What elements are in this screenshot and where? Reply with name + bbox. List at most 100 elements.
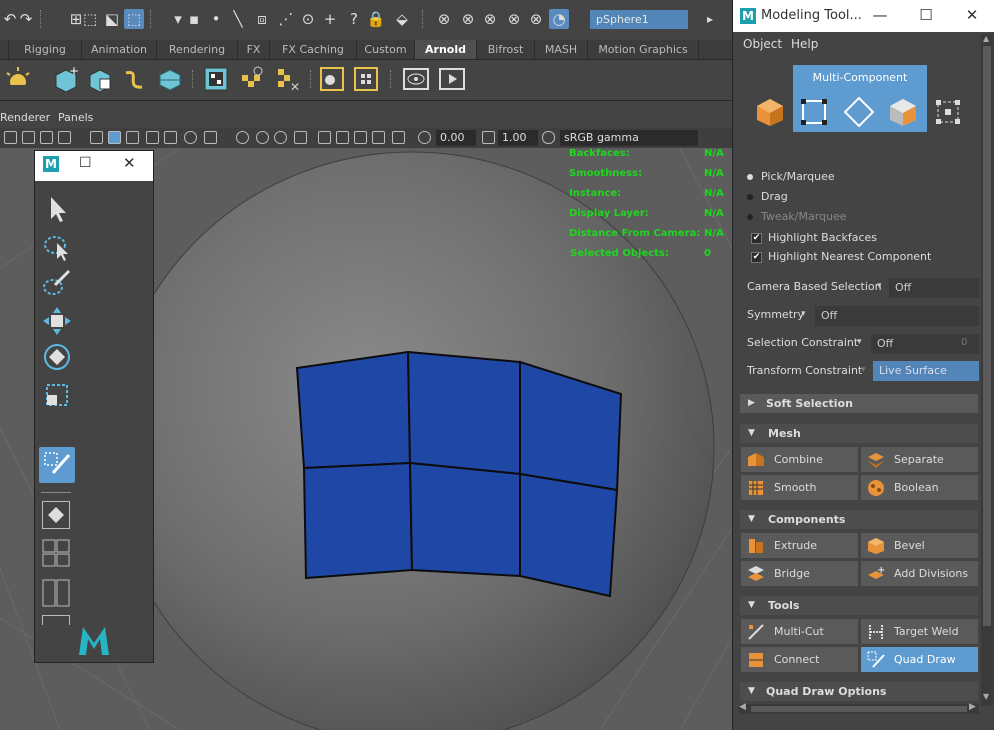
chevron-down-icon[interactable]: ▾: [857, 337, 862, 347]
outliner-layout-icon[interactable]: [42, 615, 70, 625]
maximize-icon[interactable]: ☐: [79, 155, 92, 171]
mesh-light-icon[interactable]: [86, 65, 114, 93]
flush-cache-icon[interactable]: [238, 65, 266, 93]
radio-drag[interactable]: Drag: [747, 190, 788, 203]
checker-remove-icon[interactable]: ✕: [274, 65, 302, 94]
horizontal-scrollbar[interactable]: ◀ ▶: [739, 702, 979, 714]
tools-header[interactable]: ▼ Tools: [740, 596, 978, 615]
view-icon[interactable]: [402, 65, 430, 93]
tab-bifrost[interactable]: Bifrost: [477, 40, 535, 59]
mask-point-icon[interactable]: •: [206, 9, 226, 29]
highlight-icon[interactable]: ⬙: [392, 9, 412, 29]
gate-mask-icon[interactable]: [392, 131, 405, 144]
mask-uv-icon[interactable]: ⋰: [276, 9, 296, 29]
chevron-right-icon[interactable]: ▸: [700, 9, 720, 29]
ambient-occlusion-icon[interactable]: [236, 131, 249, 144]
exposure-field[interactable]: 0.00: [436, 130, 476, 146]
mesh-header[interactable]: ▼ Mesh: [740, 424, 978, 443]
gamma-field[interactable]: 1.00: [498, 130, 538, 146]
select-tool-icon[interactable]: [41, 193, 73, 225]
motion-blur-icon[interactable]: [256, 131, 269, 144]
lighting-icon[interactable]: [184, 131, 197, 144]
minimize-icon[interactable]: —: [869, 5, 891, 25]
move-tool-icon[interactable]: [41, 305, 73, 337]
select-by-object-icon[interactable]: ⬚: [80, 9, 100, 29]
tab-mash[interactable]: MASH: [535, 40, 588, 59]
snap-view-icon[interactable]: ⊗: [504, 9, 524, 29]
color-space-select[interactable]: sRGB gamma: [560, 130, 698, 146]
redo-icon[interactable]: ↷: [16, 9, 36, 29]
lasso-tool-icon[interactable]: [41, 231, 73, 263]
snap-surface-icon[interactable]: ⊗: [526, 9, 546, 29]
object-name-field[interactable]: pSphere1: [590, 10, 688, 29]
rotate-tool-icon[interactable]: [41, 341, 73, 373]
depth-of-field-icon[interactable]: [294, 131, 307, 144]
chevron-down-icon[interactable]: ▾: [861, 365, 866, 375]
make-live-icon[interactable]: ◔: [549, 9, 569, 29]
single-view-layout-icon[interactable]: [42, 501, 70, 529]
toolbox-titlebar[interactable]: M ☐ ✕: [35, 151, 153, 181]
radio-tweak-marquee[interactable]: Tweak/Marquee: [747, 210, 847, 223]
scroll-up-icon[interactable]: ▲: [983, 34, 989, 43]
checkbox-highlight-nearest[interactable]: ✔ Highlight Nearest Component: [751, 250, 931, 263]
scroll-left-icon[interactable]: ◀: [739, 702, 746, 712]
menu-panels[interactable]: Panels: [58, 111, 93, 124]
standin-icon[interactable]: [318, 65, 346, 93]
area-light-icon[interactable]: +: [52, 64, 80, 93]
radio-pick-marquee[interactable]: Pick/Marquee: [747, 170, 835, 183]
export-standin-icon[interactable]: [352, 65, 380, 93]
tab-arnold[interactable]: Arnold: [415, 40, 477, 59]
quad-draw-tool-icon[interactable]: [39, 447, 75, 483]
xray-joints-icon[interactable]: [336, 131, 349, 144]
mask-plus-icon[interactable]: +: [320, 9, 340, 29]
wireframe-icon[interactable]: [90, 131, 103, 144]
render-view-icon[interactable]: [202, 65, 230, 93]
volume-icon[interactable]: [156, 65, 184, 93]
object-mode-icon[interactable]: [755, 97, 785, 127]
smooth-shade-icon[interactable]: [108, 131, 121, 144]
connect-button[interactable]: Connect: [741, 647, 858, 672]
multi-cut-button[interactable]: Multi-Cut: [741, 619, 858, 644]
mask-line-icon[interactable]: ╲: [228, 9, 248, 29]
chevron-down-icon[interactable]: ▾: [801, 309, 806, 319]
tab-rigging[interactable]: Rigging: [9, 40, 82, 59]
skydome-light-icon[interactable]: [4, 65, 32, 93]
chevron-down-icon[interactable]: ▾: [877, 281, 882, 291]
quad-draw-options-header[interactable]: ▼ Quad Draw Options: [740, 682, 978, 701]
target-weld-button[interactable]: Target Weld: [861, 619, 978, 644]
select-mode-icon[interactable]: ⬚: [124, 9, 144, 29]
snap-grid-icon[interactable]: ⊗: [434, 9, 454, 29]
menu-object[interactable]: Object: [743, 37, 782, 51]
select-by-component-icon[interactable]: ⬕: [102, 9, 122, 29]
symmetry-select[interactable]: Off: [815, 306, 979, 326]
mask-object-icon[interactable]: ▪: [184, 9, 204, 29]
menu-renderer[interactable]: Renderer: [0, 111, 50, 124]
color-management-icon[interactable]: [542, 131, 555, 144]
wireframe-on-shaded-icon[interactable]: [126, 131, 139, 144]
two-view-layout-icon[interactable]: [42, 579, 70, 607]
film-gate-icon[interactable]: [58, 131, 71, 144]
mask-face-icon[interactable]: ⧈: [252, 9, 272, 29]
scale-tool-icon[interactable]: [41, 379, 73, 411]
mask-pivot-icon[interactable]: ⊙: [298, 9, 318, 29]
snap-point-icon[interactable]: ⊗: [480, 9, 500, 29]
gamma-icon[interactable]: [482, 131, 495, 144]
extrude-button[interactable]: Extrude: [741, 533, 858, 558]
paint-select-tool-icon[interactable]: [41, 267, 73, 299]
scroll-down-icon[interactable]: ▼: [983, 692, 989, 701]
components-header[interactable]: ▼ Components: [740, 510, 978, 529]
tab-fx[interactable]: FX: [238, 40, 270, 59]
exposure-icon[interactable]: [418, 131, 431, 144]
scrollbar-thumb[interactable]: [751, 706, 967, 712]
image-plane-icon[interactable]: [22, 131, 35, 144]
shadows-icon[interactable]: [204, 131, 217, 144]
camera-attributes-icon[interactable]: [4, 131, 17, 144]
close-icon[interactable]: ✕: [123, 154, 136, 172]
curve-light-icon[interactable]: [120, 65, 148, 93]
close-icon[interactable]: ✕: [961, 5, 983, 25]
transform-constraint-select[interactable]: Live Surface: [873, 361, 979, 381]
combine-button[interactable]: Combine: [741, 447, 858, 472]
scrollbar-thumb[interactable]: [983, 46, 991, 626]
tab-custom[interactable]: Custom: [357, 40, 415, 59]
quad-draw-button[interactable]: Quad Draw: [861, 647, 978, 672]
